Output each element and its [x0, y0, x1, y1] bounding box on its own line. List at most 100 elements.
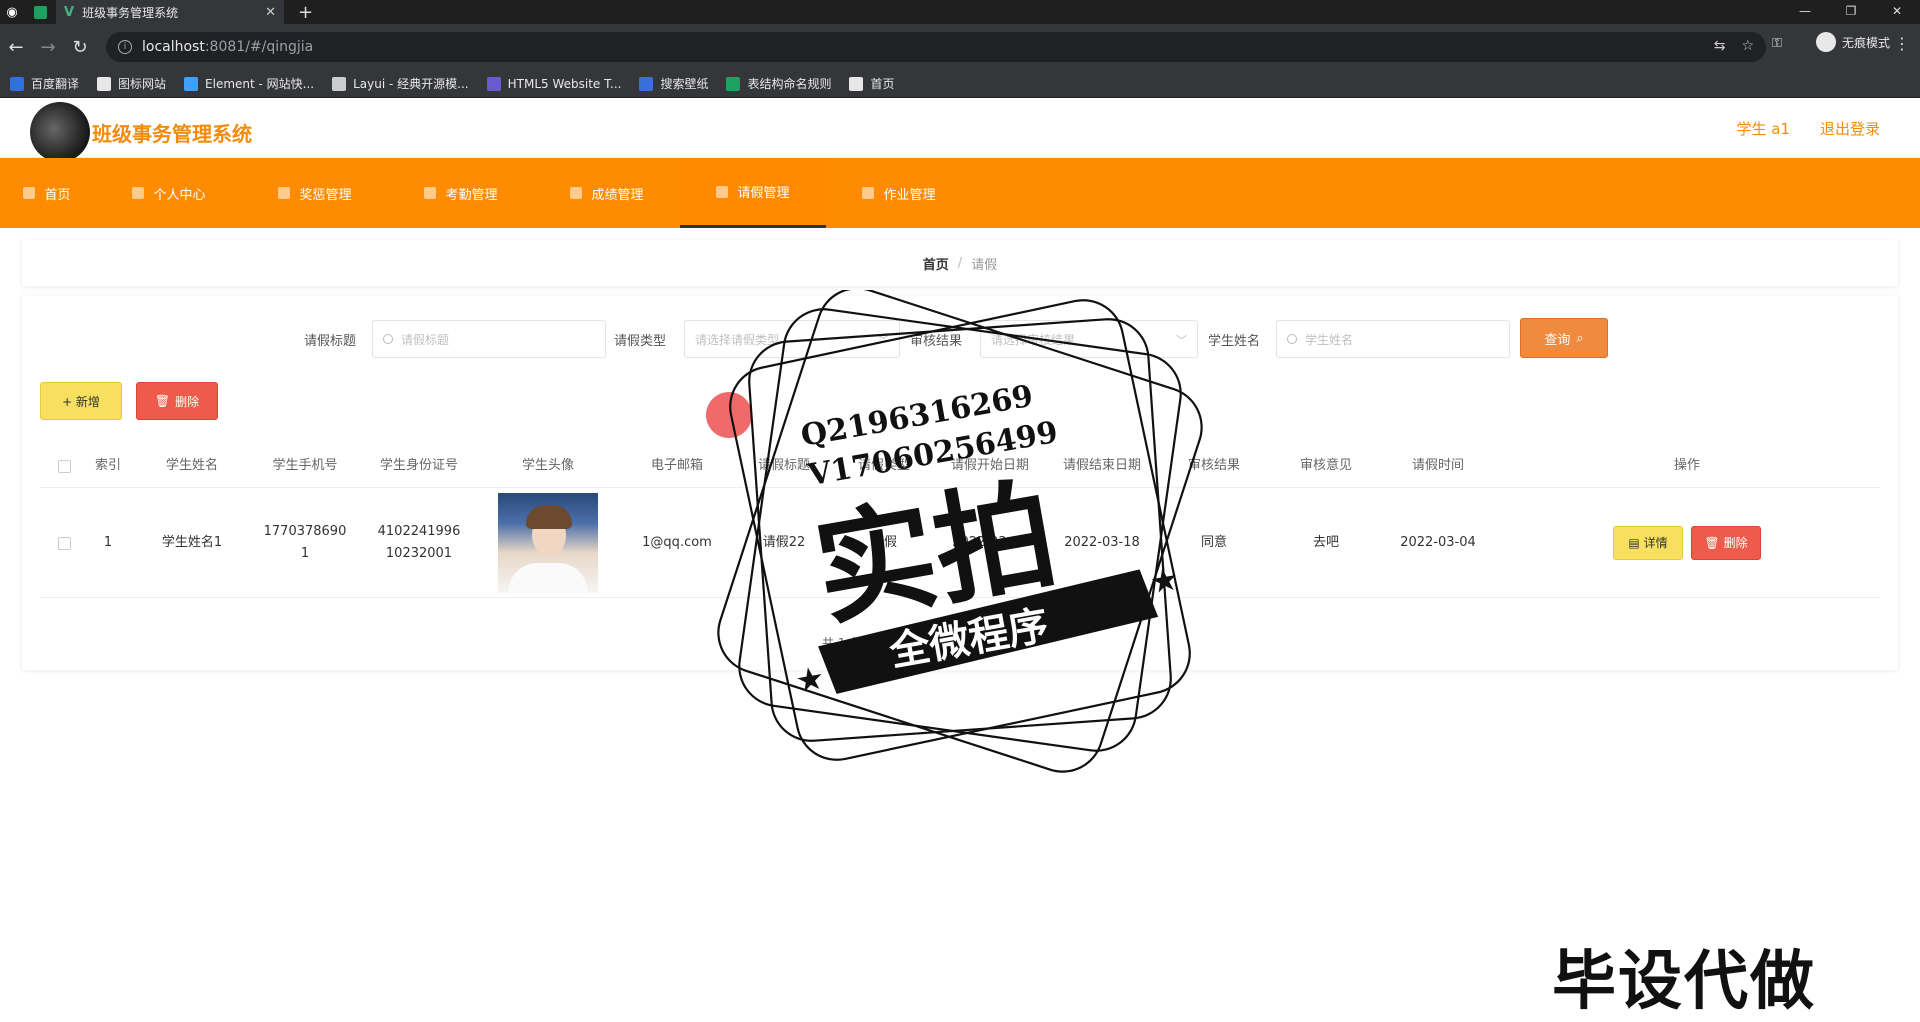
- cell-phone-line2: 1: [300, 546, 310, 561]
- add-button[interactable]: + 新增: [40, 382, 122, 420]
- name-search-input[interactable]: 学生姓名: [1276, 320, 1510, 358]
- logout-link[interactable]: 退出登录: [1820, 118, 1880, 139]
- breadcrumb: 首页 / 请假: [22, 240, 1898, 286]
- row-checkbox[interactable]: [54, 488, 74, 598]
- browser-more-icon[interactable]: ⋮: [1894, 34, 1910, 53]
- site-logo: [30, 102, 90, 162]
- incognito-indicator[interactable]: 无痕模式: [1815, 32, 1890, 52]
- bookmark-item[interactable]: 首页: [849, 75, 895, 92]
- bookmark-star-icon[interactable]: ☆: [1741, 38, 1754, 54]
- bookmark-item[interactable]: Layui - 经典开源模...: [332, 75, 469, 92]
- column-header: 操作: [1673, 458, 1700, 473]
- incognito-icon: [1815, 32, 1836, 52]
- breadcrumb-home[interactable]: 首页: [923, 254, 949, 273]
- trash-icon: 🗑: [1704, 536, 1720, 550]
- bookmarks-bar: 百度翻译 图标网站 Element - 网站快... Layui - 经典开源模...…: [0, 70, 1920, 98]
- nav-item-label: 成绩管理: [591, 187, 644, 203]
- vue-logo-icon: V: [64, 4, 75, 20]
- name-search-placeholder: 学生姓名: [1305, 332, 1354, 347]
- bookmark-label: HTML5 Website T...: [507, 76, 622, 91]
- new-tab-icon[interactable]: +: [298, 2, 313, 23]
- student-avatar: [498, 493, 598, 593]
- cell-id-number: 4102241996 10232001: [362, 488, 476, 598]
- nav-attendance-icon: [424, 187, 437, 199]
- top-nav: 首页 个人中心 奖惩管理 考勤管理 成绩管理 请假管理 作业管理: [0, 158, 1920, 228]
- detail-button[interactable]: ▤ 详情: [1613, 526, 1683, 560]
- bookmark-item[interactable]: 图标网站: [97, 75, 166, 92]
- nav-item-label: 奖惩管理: [299, 187, 352, 203]
- nav-item-home[interactable]: 首页: [0, 158, 96, 228]
- nav-profile-icon: [132, 187, 145, 199]
- translate-icon[interactable]: ⇆: [1714, 38, 1726, 54]
- active-tab[interactable]: V 班级事务管理系统 ✕: [56, 0, 284, 24]
- bookmark-item[interactable]: 表结构命名规则: [726, 75, 831, 92]
- site-info-icon[interactable]: i: [118, 40, 132, 54]
- nav-homework-icon: [862, 187, 875, 199]
- bookmark-label: Element - 网站快...: [205, 77, 315, 91]
- restore-icon[interactable]: ❐: [1828, 0, 1874, 24]
- bookmark-favicon-icon: [97, 76, 112, 91]
- batch-delete-button[interactable]: 🗑 删除: [136, 382, 218, 420]
- nav-item-label: 个人中心: [153, 187, 206, 203]
- nav-item-profile[interactable]: 个人中心: [96, 158, 242, 228]
- cell-id-line2: 10232001: [385, 546, 453, 561]
- browser-tab-bar: ◉ V 班级事务管理系统 ✕ + — ❐ ✕: [0, 0, 1920, 24]
- bookmark-favicon-icon: [332, 76, 347, 91]
- batch-delete-label: 删除: [175, 394, 200, 409]
- app-header: 班级事务管理系统 学生 a1 退出登录: [0, 98, 1920, 162]
- nav-item-grades[interactable]: 成绩管理: [534, 158, 680, 228]
- bookmark-item[interactable]: 百度翻译: [10, 75, 79, 92]
- bookmark-label: Layui - 经典开源模...: [353, 77, 469, 91]
- cell-time: 2022-03-04: [1400, 535, 1476, 550]
- star-icon: ★: [1147, 559, 1182, 601]
- nav-item-label: 首页: [44, 187, 71, 203]
- breadcrumb-separator: /: [957, 255, 963, 271]
- url-input[interactable]: i localhost:8081/#/qingjia ⇆ ☆: [106, 32, 1766, 62]
- row-delete-button[interactable]: 🗑 删除: [1691, 526, 1761, 560]
- search-icon: ⌕: [1576, 330, 1584, 346]
- bookmark-favicon-icon: [726, 76, 741, 91]
- pinned-tab[interactable]: [24, 0, 56, 24]
- tab-close-icon[interactable]: ✕: [265, 5, 276, 20]
- bookmark-item[interactable]: 搜索壁纸: [639, 75, 708, 92]
- nav-item-attendance[interactable]: 考勤管理: [388, 158, 534, 228]
- bookmark-favicon-icon: [184, 76, 199, 91]
- cell-id-line1: 4102241996: [377, 524, 461, 539]
- minimize-icon[interactable]: —: [1782, 0, 1828, 24]
- cell-phone-line1: 1770378690: [263, 524, 347, 539]
- select-all-checkbox[interactable]: [54, 444, 74, 488]
- nav-item-leave[interactable]: 请假管理: [680, 158, 826, 228]
- search-icon: [383, 334, 393, 344]
- tab-title: 班级事务管理系统: [82, 5, 179, 20]
- cell-opinion: 去吧: [1312, 535, 1339, 550]
- star-icon: ★: [793, 658, 828, 700]
- bookmark-item[interactable]: HTML5 Website T...: [486, 76, 622, 91]
- back-icon[interactable]: ←: [0, 37, 32, 58]
- bookmark-favicon-icon: [639, 76, 654, 91]
- column-header: 学生身份证号: [379, 458, 458, 473]
- cell-name: 学生姓名1: [161, 535, 223, 550]
- column-header: 学生手机号: [272, 458, 338, 473]
- reload-icon[interactable]: ↻: [64, 37, 96, 58]
- query-button[interactable]: 查询 ⌕: [1520, 318, 1608, 358]
- title-search-input[interactable]: 请假标题: [372, 320, 606, 358]
- query-button-label: 查询: [1544, 332, 1571, 348]
- forward-icon[interactable]: →: [32, 37, 64, 58]
- nav-item-label: 考勤管理: [445, 187, 498, 203]
- cell-phone: 1770378690 1: [248, 488, 362, 598]
- nav-item-homework[interactable]: 作业管理: [826, 158, 972, 228]
- nav-leave-icon: [716, 185, 729, 198]
- pinned-tab-icon: [33, 5, 47, 19]
- trash-icon: 🗑: [154, 394, 171, 408]
- nav-reward-icon: [278, 187, 291, 199]
- title-search-placeholder: 请假标题: [401, 332, 450, 347]
- type-select-label: 请假类型: [614, 334, 667, 349]
- nav-item-reward[interactable]: 奖惩管理: [242, 158, 388, 228]
- close-window-icon[interactable]: ✕: [1874, 0, 1920, 24]
- cell-index: 1: [103, 535, 113, 550]
- user-name[interactable]: 学生 a1: [1736, 118, 1790, 139]
- bookmark-item[interactable]: Element - 网站快...: [184, 75, 314, 92]
- key-icon[interactable]: ⚿: [1772, 36, 1782, 51]
- browser-menu-icon[interactable]: ◉: [0, 0, 24, 24]
- cell-actions: ▤ 详情 🗑 删除: [1494, 488, 1880, 598]
